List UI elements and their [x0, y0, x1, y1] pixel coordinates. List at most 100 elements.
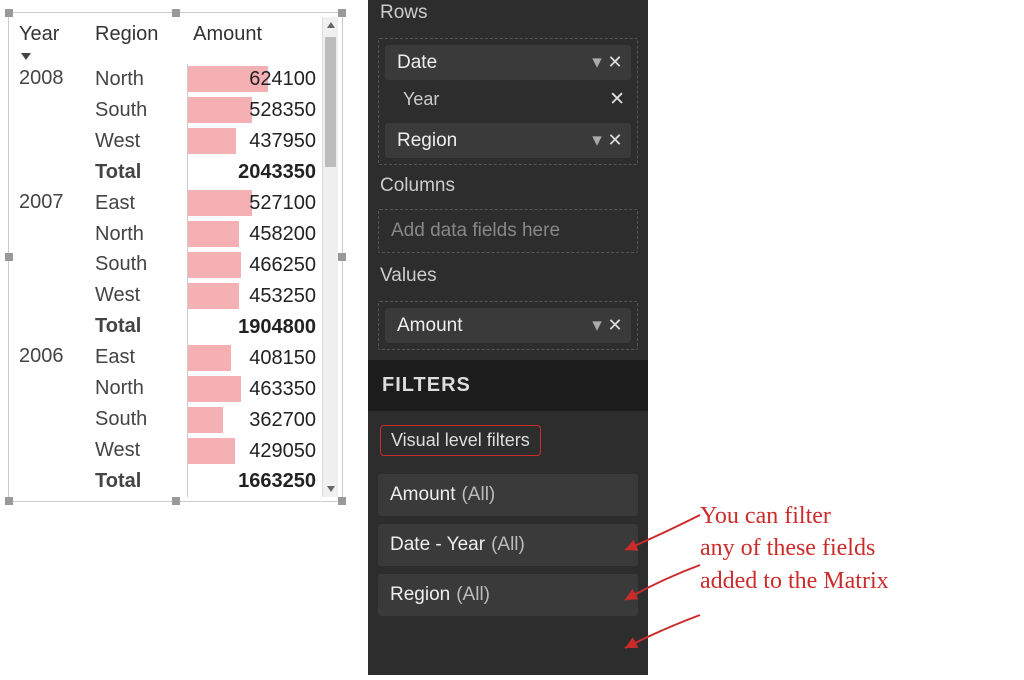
total-amount: 1663250	[238, 470, 316, 492]
resize-handle[interactable]	[5, 253, 13, 261]
total-amount: 1904800	[238, 316, 316, 338]
sort-desc-icon	[21, 53, 31, 60]
amount-cell: 624100	[187, 64, 322, 95]
filter-scope: (All)	[461, 484, 495, 506]
amount-cell: 453250	[187, 280, 322, 311]
filter-name: Amount	[390, 484, 455, 506]
resize-handle[interactable]	[5, 9, 13, 17]
data-bar	[188, 190, 253, 216]
total-label: Total	[89, 466, 187, 497]
filter-scope: (All)	[491, 534, 525, 556]
resize-handle[interactable]	[338, 497, 346, 505]
table-row[interactable]: 2007East527100	[13, 188, 322, 219]
chevron-down-icon[interactable]: ▾	[589, 51, 605, 74]
table-row[interactable]: South362700	[13, 404, 322, 435]
resize-handle[interactable]	[172, 497, 180, 505]
matrix-table: Year Region Amount 2008North624100South5…	[13, 17, 322, 497]
field-chip-date[interactable]: Date ▾ ✕	[385, 45, 631, 80]
amount-cell: 528350	[187, 95, 322, 126]
columns-placeholder: Add data fields here	[391, 220, 560, 241]
region-cell: North	[89, 219, 187, 250]
close-icon[interactable]: ✕	[605, 315, 625, 336]
chevron-down-icon[interactable]: ▾	[589, 314, 605, 337]
field-subchip-year[interactable]: Year ✕	[397, 86, 631, 117]
filter-name: Date - Year	[390, 534, 485, 556]
table-row[interactable]: West437950	[13, 126, 322, 157]
table-row[interactable]: West453250	[13, 280, 322, 311]
table-row[interactable]: North463350	[13, 373, 322, 404]
year-cell: 2008	[13, 64, 89, 95]
resize-handle[interactable]	[338, 9, 346, 17]
columns-well[interactable]: Add data fields here	[378, 209, 638, 253]
region-cell: South	[89, 95, 187, 126]
data-bar	[188, 345, 231, 371]
close-icon[interactable]: ✕	[605, 130, 625, 151]
matrix-visual[interactable]: Year Region Amount 2008North624100South5…	[8, 12, 343, 502]
table-row[interactable]: South466250	[13, 250, 322, 281]
amount-cell: 466250	[187, 250, 322, 281]
table-row[interactable]: 2008North624100	[13, 64, 322, 95]
total-row[interactable]: Total1904800	[13, 311, 322, 342]
table-row[interactable]: West429050	[13, 435, 322, 466]
year-cell: 2006	[13, 342, 89, 373]
rows-well[interactable]: Date ▾ ✕ Year ✕ Region ▾ ✕	[378, 38, 638, 165]
values-well[interactable]: Amount ▾ ✕	[378, 301, 638, 350]
section-columns-label: Columns	[368, 175, 648, 205]
region-cell: South	[89, 250, 187, 281]
filter-item-date-year[interactable]: Date - Year (All)	[378, 524, 638, 566]
resize-handle[interactable]	[338, 253, 346, 261]
filter-item-amount[interactable]: Amount (All)	[378, 474, 638, 516]
region-cell: South	[89, 404, 187, 435]
close-icon[interactable]: ✕	[605, 52, 625, 73]
data-bar	[188, 128, 236, 154]
filter-name: Region	[390, 584, 450, 606]
amount-cell: 463350	[187, 373, 322, 404]
scrollbar[interactable]	[322, 17, 338, 497]
year-cell	[13, 219, 89, 250]
data-bar	[188, 221, 239, 247]
scroll-thumb[interactable]	[325, 37, 336, 167]
region-cell: West	[89, 280, 187, 311]
data-bar	[188, 376, 242, 402]
visual-level-filters-label: Visual level filters	[380, 425, 541, 456]
col-header-amount[interactable]: Amount	[187, 17, 322, 64]
data-bar	[188, 438, 235, 464]
year-cell	[13, 404, 89, 435]
amount-cell: 437950	[187, 126, 322, 157]
total-row[interactable]: Total 1663250	[13, 466, 322, 497]
table-row[interactable]: North458200	[13, 219, 322, 250]
field-chip-region[interactable]: Region ▾ ✕	[385, 123, 631, 158]
col-header-year[interactable]: Year	[13, 17, 89, 64]
data-bar	[188, 283, 239, 309]
chip-label: Amount	[397, 315, 589, 337]
region-cell: West	[89, 435, 187, 466]
year-cell	[13, 280, 89, 311]
amount-cell: 408150	[187, 342, 322, 373]
total-row[interactable]: Total2043350	[13, 157, 322, 188]
year-cell	[13, 435, 89, 466]
section-values-label: Values	[368, 265, 648, 295]
filter-scope: (All)	[456, 584, 490, 606]
region-cell: North	[89, 64, 187, 95]
chip-label: Year	[403, 89, 609, 110]
field-chip-amount[interactable]: Amount ▾ ✕	[385, 308, 631, 343]
scroll-down-button[interactable]	[323, 481, 338, 497]
chevron-down-icon[interactable]: ▾	[589, 129, 605, 152]
year-cell	[13, 126, 89, 157]
region-cell: East	[89, 342, 187, 373]
resize-handle[interactable]	[5, 497, 13, 505]
annotation-text: You can filter any of these fields added…	[700, 500, 1010, 597]
resize-handle[interactable]	[172, 9, 180, 17]
year-cell: 2007	[13, 188, 89, 219]
year-cell	[13, 95, 89, 126]
scroll-up-button[interactable]	[323, 17, 338, 33]
section-rows-label: Rows	[368, 0, 648, 32]
table-row[interactable]: South528350	[13, 95, 322, 126]
table-row[interactable]: 2006East408150	[13, 342, 322, 373]
filter-item-region[interactable]: Region (All)	[378, 574, 638, 616]
filters-heading: FILTERS	[368, 360, 648, 411]
year-cell	[13, 250, 89, 281]
region-cell: North	[89, 373, 187, 404]
col-header-region[interactable]: Region	[89, 17, 187, 64]
close-icon[interactable]: ✕	[609, 88, 625, 111]
